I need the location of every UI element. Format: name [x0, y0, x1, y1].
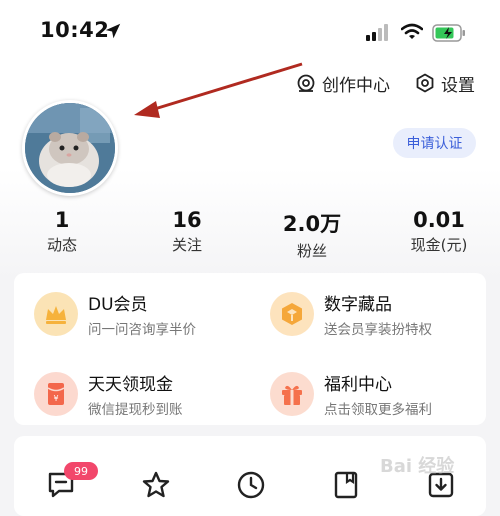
service-welfare-center[interactable]: 福利中心 点击领取更多福利 [270, 370, 432, 418]
settings-link[interactable]: 设置 [415, 70, 475, 96]
location-arrow-icon [105, 23, 121, 39]
service-digital-collectibles[interactable]: 数字藏品 送会员享装扮特权 [270, 290, 432, 338]
cube-icon [270, 292, 314, 336]
service-du-member[interactable]: DU会员 问一问咨询享半价 [34, 290, 196, 338]
watermark: Bai 经验 [380, 456, 455, 477]
stat-value: 0.01 [413, 208, 465, 232]
stat-label: 现金(元) [410, 236, 468, 254]
service-subtitle: 微信提现秒到账 [88, 402, 183, 418]
service-subtitle: 送会员享装扮特权 [324, 322, 432, 338]
settings-label: 设置 [441, 75, 475, 96]
star-icon[interactable] [141, 470, 171, 500]
service-title: DU会员 [88, 295, 148, 315]
stat-posts[interactable]: 1 动态 [12, 208, 112, 255]
stat-label: 关注 [171, 236, 202, 254]
wifi-icon [401, 23, 423, 39]
stat-value: 2.0万 [282, 212, 342, 236]
creator-center-link[interactable]: 创作中心 [296, 70, 390, 96]
creator-center-label: 创作中心 [322, 75, 390, 96]
stat-value: 16 [172, 208, 202, 232]
hamster-avatar-image [25, 103, 115, 193]
service-title: 天天领现金 [88, 375, 173, 395]
service-subtitle: 问一问咨询享半价 [88, 322, 196, 338]
red-envelope-icon: ¥ [34, 372, 78, 416]
user-avatar[interactable] [22, 100, 118, 196]
stat-value: 1 [54, 208, 70, 232]
status-time: 10:42 [40, 18, 110, 42]
message-count-badge: 99 [64, 462, 98, 480]
stat-label: 粉丝 [296, 242, 327, 260]
stat-following[interactable]: 16 关注 [137, 208, 237, 255]
service-subtitle: 点击领取更多福利 [324, 402, 432, 418]
svg-text:¥: ¥ [53, 394, 58, 403]
service-title: 福利中心 [324, 375, 392, 395]
stat-fans[interactable]: 2.0万 粉丝 [262, 208, 362, 261]
gift-icon [270, 372, 314, 416]
apply-verification-button[interactable]: 申请认证 [393, 128, 476, 158]
service-title: 数字藏品 [324, 295, 392, 315]
battery-charging-icon [432, 24, 465, 42]
cellular-signal-icon [366, 24, 388, 41]
bookmark-icon[interactable] [331, 470, 361, 500]
crown-icon [34, 292, 78, 336]
stat-label: 动态 [46, 236, 77, 254]
creator-center-icon [297, 74, 315, 92]
settings-gear-icon [416, 73, 434, 93]
clock-icon[interactable] [236, 470, 266, 500]
service-daily-cash[interactable]: ¥ 天天领现金 微信提现秒到账 [34, 370, 183, 418]
stat-cash[interactable]: 0.01 现金(元) [389, 208, 489, 255]
